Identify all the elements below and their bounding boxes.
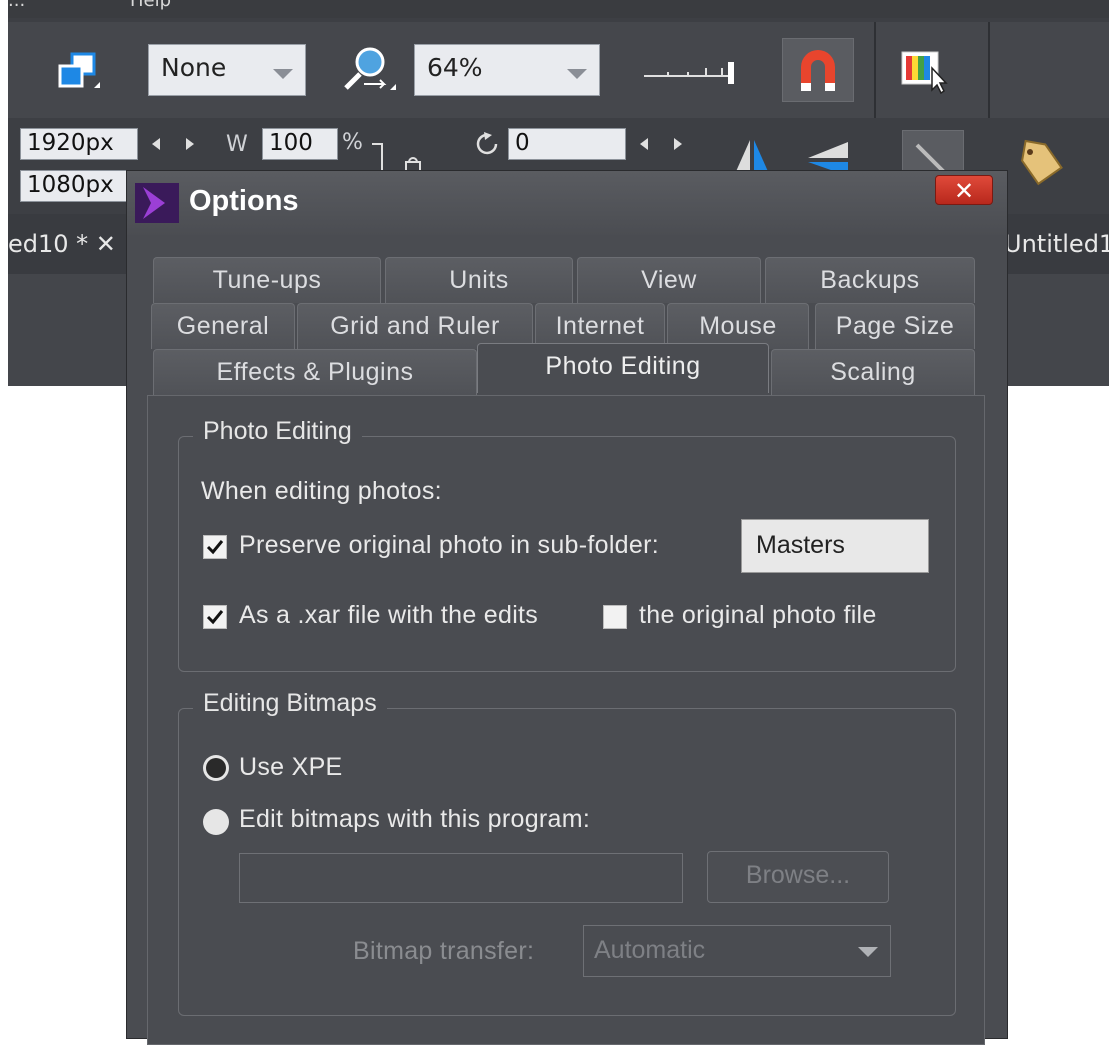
main-toolbar: None 64%	[8, 22, 1109, 118]
color-editor-icon[interactable]	[898, 48, 950, 95]
toolbar-divider	[988, 22, 990, 118]
menu-item-help[interactable]: Help	[130, 0, 171, 10]
original-photo-label[interactable]: the original photo file	[639, 601, 877, 630]
dialog-title: Options	[189, 185, 299, 217]
x-position-field[interactable]: 1920px	[20, 128, 138, 160]
tag-icon[interactable]	[1016, 138, 1066, 188]
browse-button[interactable]: Browse...	[707, 851, 889, 903]
program-path-input[interactable]	[239, 853, 683, 903]
toolbar-divider	[874, 22, 876, 118]
document-tab-untitled1[interactable]: Untitled1	[1004, 230, 1109, 258]
y-position-field[interactable]: 1080px	[20, 170, 138, 202]
rotate-angle-field[interactable]: 0	[508, 128, 626, 160]
bitmap-transfer-select[interactable]: Automatic	[583, 925, 891, 977]
zoom-slider[interactable]	[642, 58, 742, 88]
zoom-icon[interactable]	[340, 44, 398, 96]
original-photo-checkbox[interactable]	[603, 605, 627, 629]
app-logo-icon	[135, 183, 179, 223]
tab-page-size[interactable]: Page Size	[815, 303, 975, 349]
photo-editing-group: Photo Editing When editing photos: Prese…	[178, 417, 956, 672]
bitmap-transfer-label: Bitmap transfer:	[353, 937, 535, 965]
width-label: W	[226, 132, 248, 157]
chevron-down-icon	[567, 69, 587, 79]
tab-panel-photo-editing: Photo Editing When editing photos: Prese…	[147, 395, 985, 1045]
menu-item[interactable]: ...	[8, 0, 25, 10]
options-dialog: Options ✕ Tune-ups Units View Backups Ge…	[126, 170, 1008, 1045]
subfolder-name-input[interactable]: Masters	[741, 519, 929, 573]
quality-select[interactable]: None	[148, 44, 306, 96]
snap-magnet-icon[interactable]	[782, 38, 854, 102]
preserve-original-label[interactable]: Preserve original photo in sub-folder:	[239, 531, 659, 560]
as-xar-checkbox[interactable]	[203, 605, 227, 629]
dialog-title-bar[interactable]: Options ✕	[127, 171, 1007, 235]
tab-effects-plugins[interactable]: Effects & Plugins	[153, 349, 477, 395]
zoom-select[interactable]: 64%	[414, 44, 600, 96]
quality-value: None	[161, 53, 227, 82]
width-percent-field[interactable]: 100	[262, 128, 338, 160]
tab-general[interactable]: General	[151, 303, 295, 349]
tab-scaling[interactable]: Scaling	[771, 349, 975, 395]
group-title-photo-editing: Photo Editing	[193, 417, 362, 446]
chevron-down-icon	[858, 947, 878, 957]
tab-view[interactable]: View	[577, 257, 761, 303]
document-tab[interactable]: ed10 * ✕	[8, 230, 116, 258]
use-xpe-radio[interactable]	[203, 755, 229, 781]
arrange-icon[interactable]	[56, 52, 100, 92]
tab-tune-ups[interactable]: Tune-ups	[153, 257, 381, 303]
rotate-icon	[474, 130, 504, 160]
tab-photo-editing[interactable]: Photo Editing	[477, 343, 769, 393]
percent-label: %	[342, 130, 363, 155]
when-editing-label: When editing photos:	[201, 477, 442, 505]
group-title-editing-bitmaps: Editing Bitmaps	[193, 689, 387, 718]
nudge-arrows-icon[interactable]	[636, 134, 686, 154]
zoom-value: 64%	[427, 53, 483, 82]
use-xpe-label[interactable]: Use XPE	[239, 753, 343, 782]
edit-with-program-radio[interactable]	[203, 809, 229, 835]
nudge-arrows-icon[interactable]	[148, 134, 198, 154]
tab-backups[interactable]: Backups	[765, 257, 975, 303]
preserve-original-checkbox[interactable]	[203, 535, 227, 559]
bitmap-transfer-value: Automatic	[594, 936, 706, 964]
chevron-down-icon	[273, 69, 293, 79]
editing-bitmaps-group: Editing Bitmaps Use XPE Edit bitmaps wit…	[178, 689, 956, 1016]
tab-units[interactable]: Units	[385, 257, 573, 303]
edit-with-program-label[interactable]: Edit bitmaps with this program:	[239, 805, 590, 834]
close-button[interactable]: ✕	[935, 175, 993, 205]
menu-bar: ... Help	[8, 0, 1109, 18]
as-xar-label[interactable]: As a .xar file with the edits	[239, 601, 538, 630]
